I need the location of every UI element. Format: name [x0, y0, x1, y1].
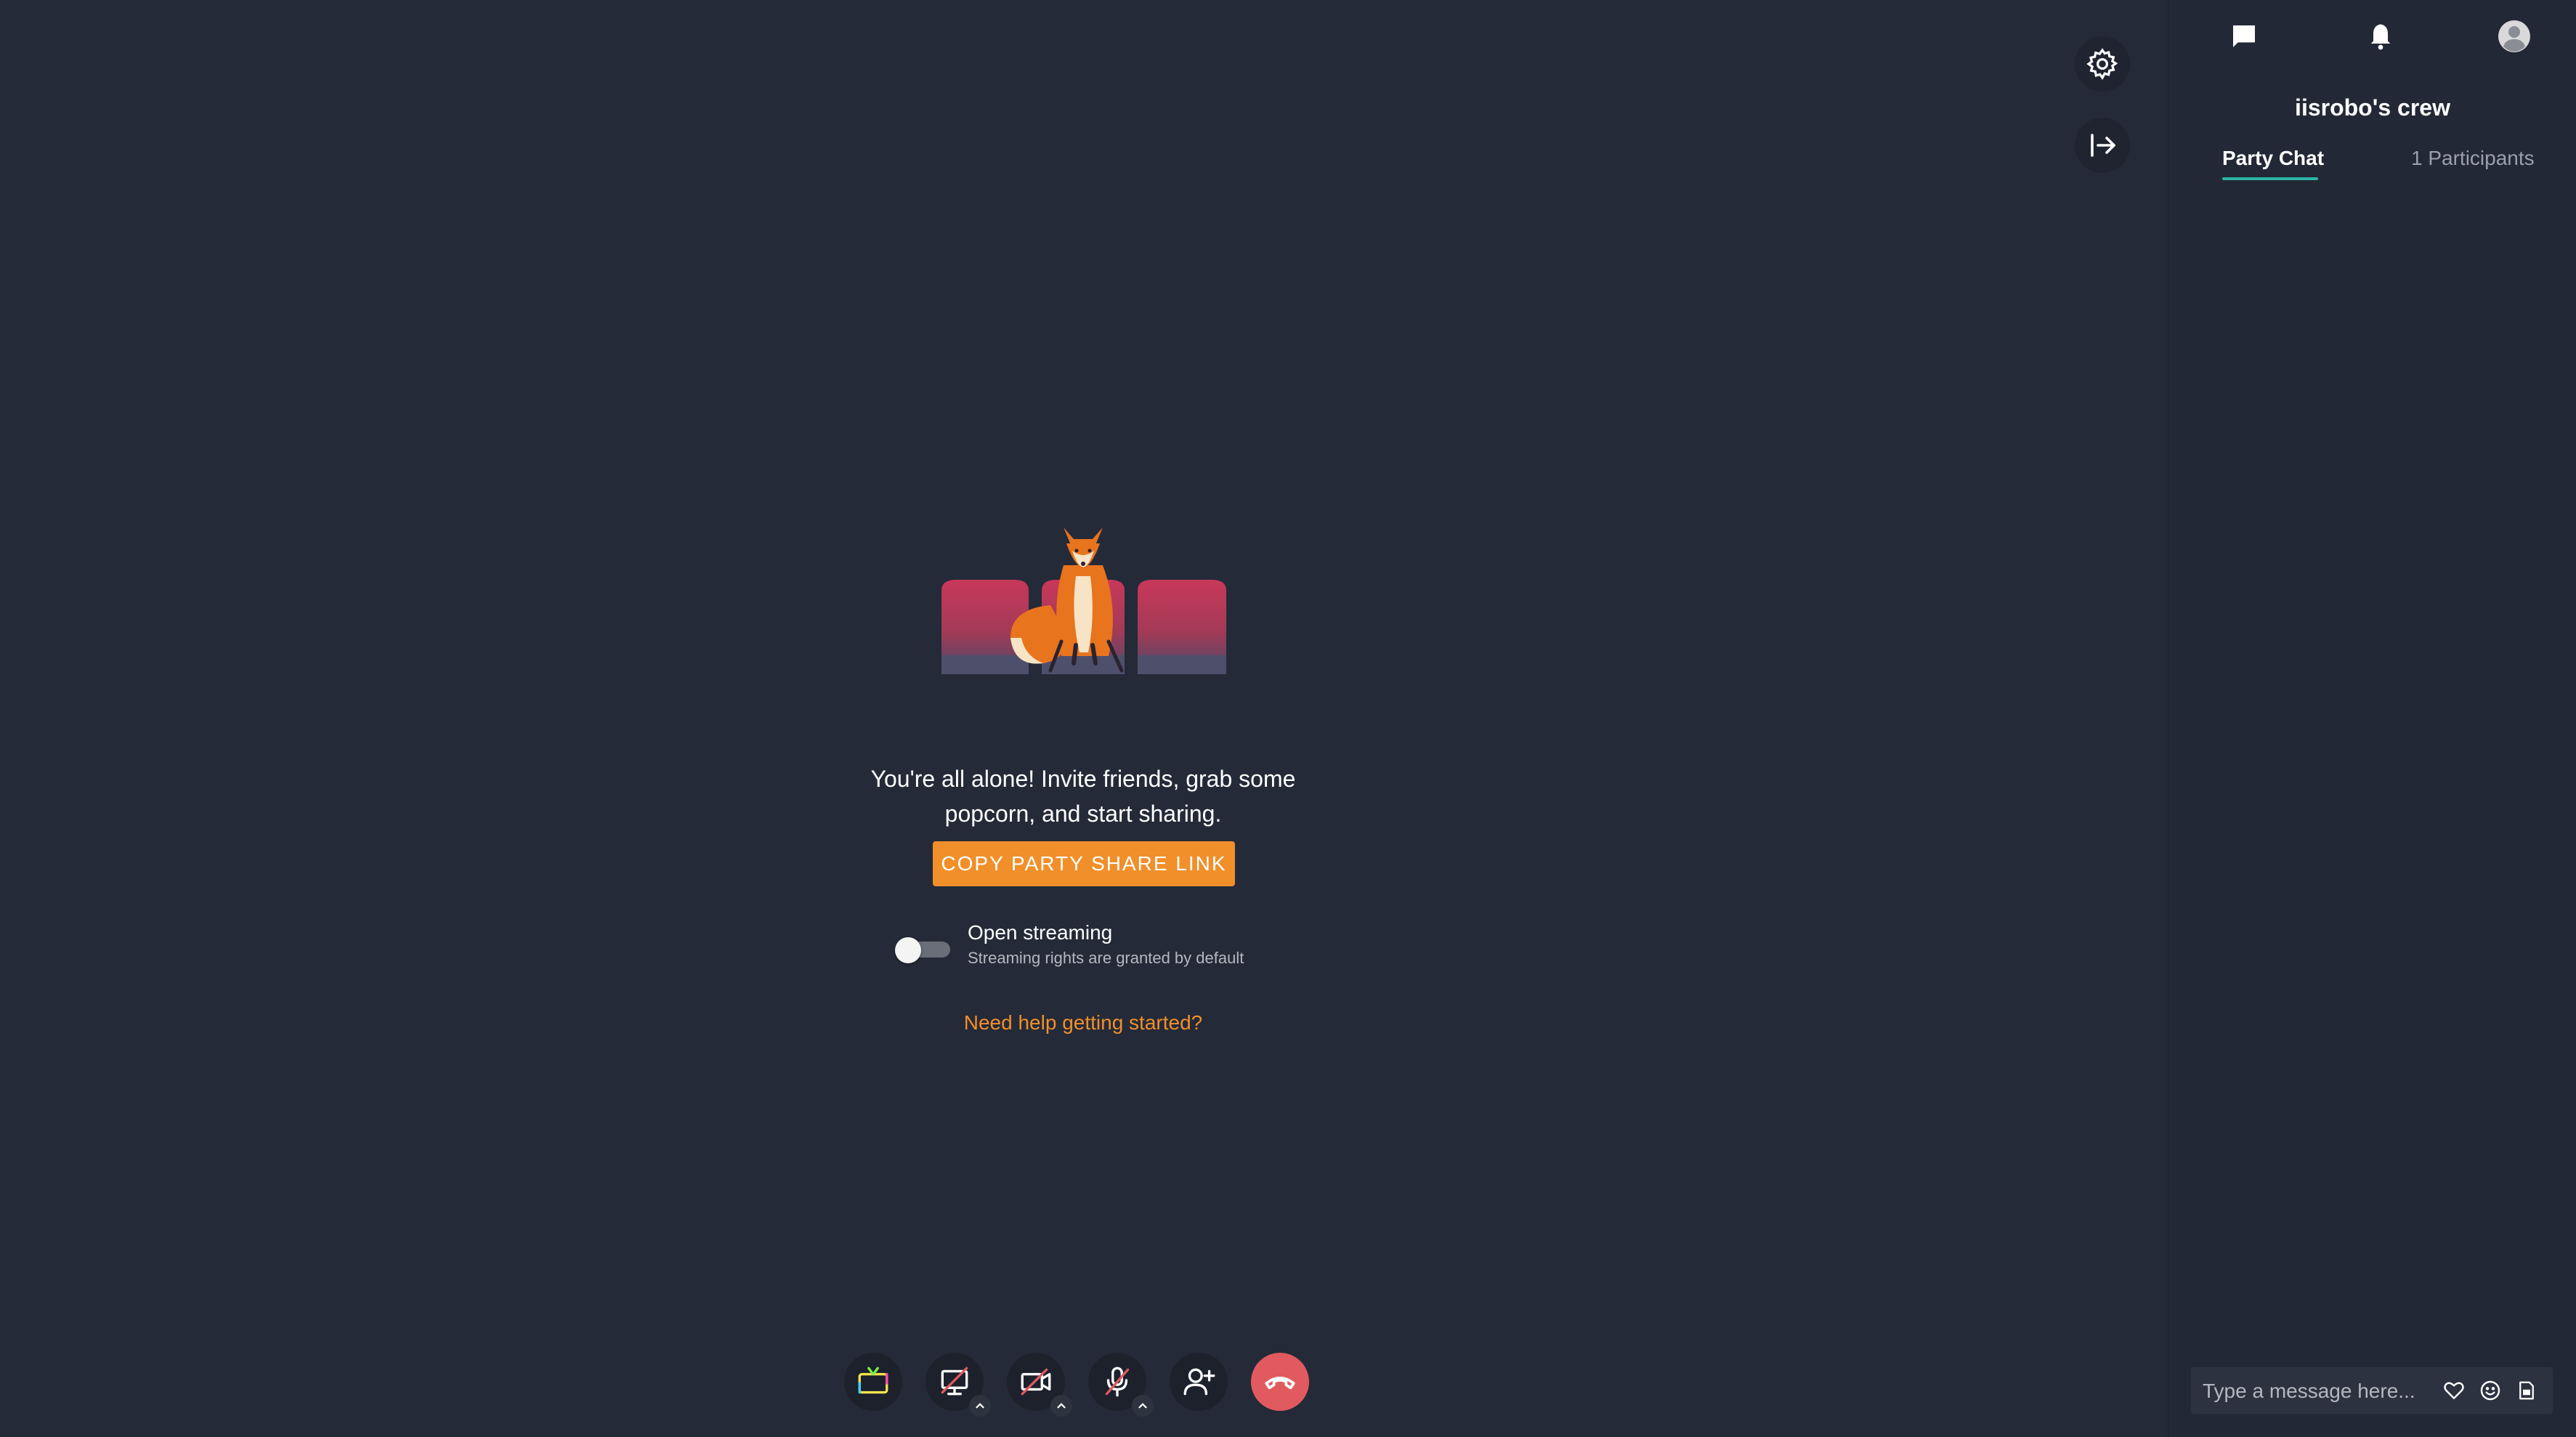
- tab-party-chat[interactable]: Party Chat: [2222, 147, 2324, 170]
- microphone-options-caret[interactable]: [1132, 1395, 1154, 1417]
- tv-icon: [858, 1367, 888, 1394]
- exit-party-button[interactable]: [2075, 118, 2130, 173]
- browse-content-button[interactable]: [844, 1353, 902, 1411]
- reaction-button[interactable]: [2441, 1377, 2467, 1404]
- screen-share-options-caret[interactable]: [969, 1395, 991, 1417]
- bell-icon: [2370, 24, 2391, 50]
- party-sidebar: iisrobo's crew Party Chat 1 Participants: [2168, 0, 2576, 1437]
- chat-message-input[interactable]: [2201, 1372, 2437, 1411]
- open-streaming-description: Streaming rights are granted by default: [968, 949, 1244, 967]
- gif-button[interactable]: [2514, 1377, 2540, 1404]
- open-streaming-label: Open streaming: [968, 921, 1113, 944]
- chevron-up-icon: [976, 1403, 984, 1409]
- gif-icon: [2519, 1381, 2534, 1400]
- camera-off-icon: [1021, 1368, 1051, 1396]
- chat-composer: [2191, 1367, 2553, 1414]
- profile-button[interactable]: [2495, 17, 2533, 55]
- copy-share-link-button[interactable]: COPY PARTY SHARE LINK: [933, 841, 1235, 886]
- chat-icon: [2233, 25, 2255, 47]
- help-link[interactable]: Need help getting started?: [843, 1011, 1324, 1035]
- heart-icon: [2444, 1382, 2464, 1399]
- add-user-icon: [1183, 1368, 1215, 1396]
- notifications-button[interactable]: [2362, 17, 2399, 55]
- mic-off-icon: [1105, 1367, 1130, 1397]
- open-streaming-toggle[interactable]: [895, 937, 952, 963]
- end-call-icon: [1265, 1376, 1295, 1390]
- chat-tab-button[interactable]: [2225, 17, 2263, 55]
- party-title: iisrobo's crew: [2295, 94, 2450, 121]
- leave-call-button[interactable]: [1251, 1353, 1309, 1411]
- invite-button[interactable]: [1170, 1353, 1228, 1411]
- active-tab-indicator: [2222, 177, 2318, 180]
- tab-participants[interactable]: 1 Participants: [2411, 147, 2535, 170]
- user-avatar-icon: [2498, 20, 2530, 52]
- main-stage: You're all alone! Invite friends, grab s…: [0, 0, 2168, 1437]
- alone-message: You're all alone! Invite friends, grab s…: [870, 766, 1296, 827]
- chevron-up-icon: [1057, 1403, 1066, 1409]
- toggle-knob: [895, 937, 921, 963]
- settings-button[interactable]: [2075, 36, 2130, 92]
- gear-icon: [2086, 48, 2118, 81]
- screen-share-off-icon: [941, 1367, 968, 1396]
- camera-options-caret[interactable]: [1050, 1395, 1072, 1417]
- emoji-button[interactable]: [2477, 1377, 2503, 1404]
- chevron-up-icon: [1138, 1403, 1147, 1409]
- fox-theater-illustration: [941, 527, 1226, 674]
- smile-icon: [2480, 1380, 2500, 1401]
- exit-arrow-icon: [2091, 134, 2115, 157]
